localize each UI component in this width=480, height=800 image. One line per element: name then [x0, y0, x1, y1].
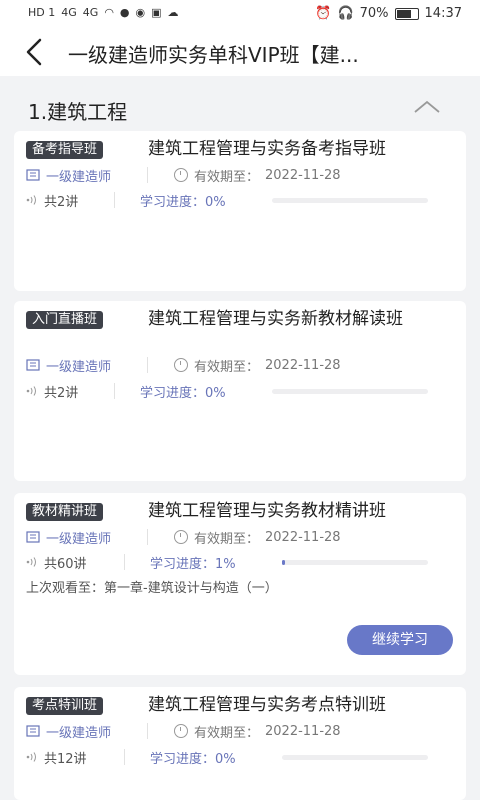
course-lectures: 共12讲 [26, 747, 87, 767]
divider [124, 554, 125, 570]
divider [147, 723, 148, 739]
lecture-count: 共12讲 [44, 751, 87, 767]
section-header[interactable]: 1.建筑工程 [0, 84, 480, 132]
progress-fill [282, 560, 285, 565]
audio-icon [26, 195, 36, 205]
app-notification-icon: ● [119, 6, 130, 19]
wifi-icon: ◠ [104, 6, 114, 19]
last-watched: 上次观看至：第一章-建筑设计与构造（一） [26, 581, 278, 596]
progress-bar [282, 755, 428, 760]
expiry-date: 2022-11-28 [265, 723, 341, 739]
status-bar: HD 1 4G 4G ◠ ● ◉ ▣ ☁ ⏰ 🎧 70% 14:37 [0, 0, 480, 28]
back-button[interactable] [22, 36, 50, 68]
status-right: ⏰ 🎧 70% 14:37 [315, 6, 462, 21]
continue-learning-button[interactable]: 继续学习 [347, 625, 453, 655]
progress-label: 学习进度： [150, 557, 216, 572]
expiry-label: 有效期至： [194, 531, 260, 547]
progress-value: 0% [205, 386, 226, 401]
course-expiry: 有效期至： 2022-11-28 [174, 355, 341, 375]
sim-hd-icon: HD 1 [28, 6, 56, 19]
course-lectures: 共2讲 [26, 190, 78, 210]
course-expiry: 有效期至： 2022-11-28 [174, 527, 341, 547]
battery-icon [394, 7, 419, 20]
book-icon [26, 725, 40, 737]
signal-icon: 4G [61, 6, 77, 19]
lecture-count: 共60讲 [44, 556, 87, 572]
battery-percent: 70% [359, 6, 389, 21]
progress-text: 学习进度：1% [150, 553, 236, 572]
progress-text: 学习进度：0% [140, 191, 226, 210]
divider [114, 383, 115, 399]
collapse-button[interactable] [410, 94, 444, 118]
course-card[interactable]: 备考指导班 建筑工程管理与实务备考指导班 一级建造师 有效期至： 2022-11… [14, 131, 466, 291]
category-label: 一级建造师 [46, 169, 112, 185]
alarm-icon: ⏰ [315, 6, 332, 21]
chevron-up-icon [414, 100, 440, 113]
expiry-label: 有效期至： [194, 725, 260, 741]
progress-label: 学习进度： [140, 386, 206, 401]
divider [124, 749, 125, 765]
progress-bar [272, 389, 428, 394]
divider [147, 357, 148, 373]
course-lectures: 共60讲 [26, 552, 87, 572]
audio-icon [26, 386, 36, 396]
clock-icon [174, 168, 188, 182]
audio-icon [26, 752, 36, 762]
course-card[interactable]: 考点特训班 建筑工程管理与实务考点特训班 一级建造师 有效期至： 2022-11… [14, 687, 466, 800]
course-category: 一级建造师 [26, 355, 111, 375]
clock-icon [174, 358, 188, 372]
course-lectures: 共2讲 [26, 381, 78, 401]
expiry-label: 有效期至： [194, 359, 260, 375]
progress-value: 0% [215, 752, 236, 767]
category-label: 一级建造师 [46, 531, 112, 547]
progress-bar [272, 198, 428, 203]
book-icon [26, 531, 40, 543]
clock-time: 14:37 [424, 6, 462, 21]
page-title: 一级建造师实务单科VIP班【建... [68, 43, 359, 67]
section-title: 1.建筑工程 [28, 100, 128, 124]
progress-value: 0% [205, 195, 226, 210]
course-category: 一级建造师 [26, 527, 111, 547]
course-card[interactable]: 入门直播班 建筑工程管理与实务新教材解读班 一级建造师 有效期至： 2022-1… [14, 301, 466, 481]
divider [147, 167, 148, 183]
progress-label: 学习进度： [150, 752, 216, 767]
course-title: 建筑工程管理与实务教材精讲班 [148, 501, 386, 521]
category-label: 一级建造师 [46, 359, 112, 375]
expiry-date: 2022-11-28 [265, 529, 341, 545]
divider [147, 529, 148, 545]
category-label: 一级建造师 [46, 725, 112, 741]
back-arrow-icon [26, 38, 42, 66]
title-bar: 一级建造师实务单科VIP班【建... [0, 28, 480, 76]
course-title: 建筑工程管理与实务新教材解读班 [148, 309, 403, 329]
signal-icon-2: 4G [82, 6, 99, 19]
course-expiry: 有效期至： 2022-11-28 [174, 721, 341, 741]
course-category: 一级建造师 [26, 165, 111, 185]
course-title: 建筑工程管理与实务备考指导班 [148, 139, 386, 159]
lecture-count: 共2讲 [44, 194, 79, 210]
divider [114, 192, 115, 208]
progress-value: 1% [215, 557, 236, 572]
course-title: 建筑工程管理与实务考点特训班 [148, 695, 386, 715]
cloud-icon: ☁ [167, 6, 179, 19]
progress-label: 学习进度： [140, 195, 206, 210]
app-icon: ▣ [151, 6, 162, 19]
book-icon [26, 359, 40, 371]
progress-text: 学习进度：0% [150, 748, 236, 767]
status-icons: HD 1 4G 4G ◠ ● ◉ ▣ ☁ [28, 6, 179, 19]
lecture-count: 共2讲 [44, 385, 79, 401]
headphone-icon: 🎧 [337, 6, 354, 21]
progress-text: 学习进度：0% [140, 382, 226, 401]
progress-bar [282, 560, 428, 565]
expiry-label: 有效期至： [194, 169, 260, 185]
audio-icon [26, 557, 36, 567]
expiry-date: 2022-11-28 [265, 357, 341, 373]
clock-icon [174, 530, 188, 544]
qq-icon: ◉ [135, 6, 146, 19]
expiry-date: 2022-11-28 [265, 167, 341, 183]
book-icon [26, 169, 40, 181]
course-category: 一级建造师 [26, 721, 111, 741]
course-expiry: 有效期至： 2022-11-28 [174, 165, 341, 185]
course-card[interactable]: 教材精讲班 建筑工程管理与实务教材精讲班 一级建造师 有效期至： 2022-11… [14, 493, 466, 675]
clock-icon [174, 724, 188, 738]
